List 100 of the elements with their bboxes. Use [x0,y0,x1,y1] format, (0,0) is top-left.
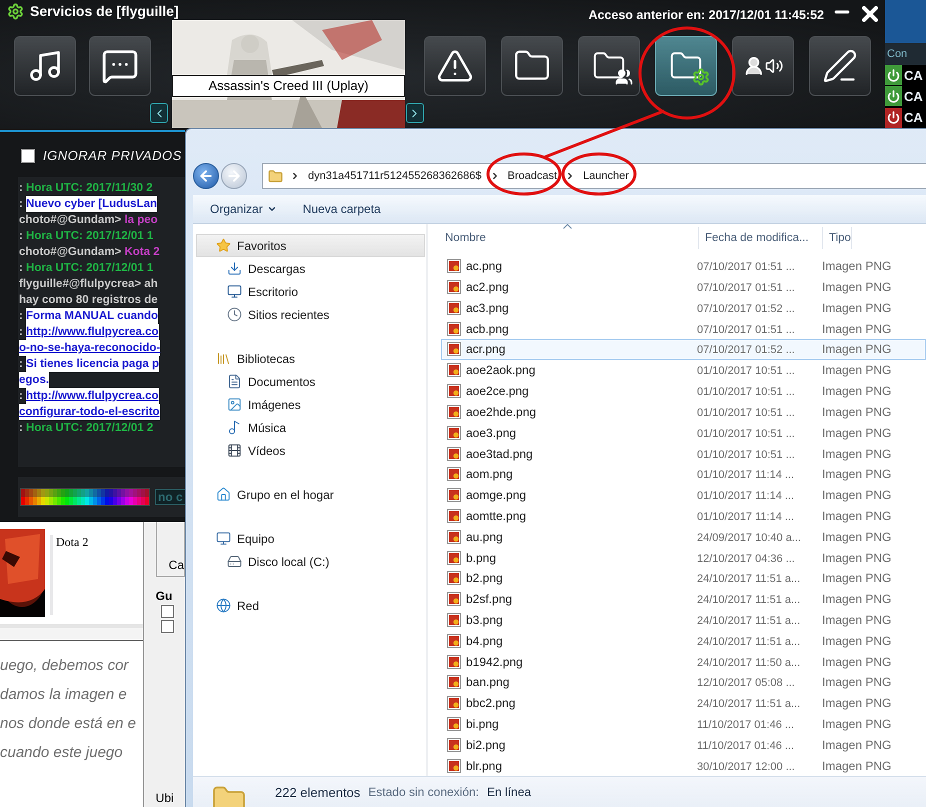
file-row[interactable]: b2.png 24/10/2017 11:51 a... Imagen PNG [441,568,926,589]
modified-date: 07/10/2017 01:51 ... [697,261,795,274]
chat-link[interactable]: http://www.flulpycrea.co [26,388,159,404]
toolbar-button[interactable] [732,36,794,96]
power-button[interactable] [885,65,902,86]
file-row[interactable]: aom.png 01/10/2017 11:14 ... Imagen PNG [441,464,926,485]
nav-item[interactable]: Equipo [196,527,425,550]
game-name[interactable]: Dota 2 [50,535,88,615]
image-file-icon [447,488,461,502]
nav-item[interactable]: Red [196,594,425,617]
toolbar-button[interactable] [424,36,486,96]
previous-button[interactable] [150,103,168,123]
file-row[interactable]: blr.png 30/10/2017 12:00 ... Imagen PNG [441,755,926,776]
file-type: Imagen PNG [822,613,892,627]
back-button[interactable] [193,163,219,189]
image-file-icon [447,426,461,440]
row-label: CA [904,68,923,83]
toolbar-button[interactable] [89,36,151,96]
nav-item[interactable]: Documentos [196,370,425,393]
color-palette[interactable] [20,488,150,506]
file-name: blr.png [466,758,502,773]
column-header[interactable]: Fecha de modifica... [699,227,823,249]
breadcrumb[interactable]: Launcher [582,170,630,182]
file-row[interactable]: aomge.png 01/10/2017 11:14 ... Imagen PNG [441,484,926,506]
modified-date: 07/10/2017 01:52 ... [697,344,795,356]
file-row[interactable]: b4.png 24/10/2017 11:51 a... Imagen PNG [441,630,926,652]
file-row[interactable]: bbc2.png 24/10/2017 11:51 a... Imagen PNG [441,692,926,714]
address-bar[interactable]: dyn31a451711r512455268362686$ Broadcast Launcher [262,163,926,189]
modified-date: 01/10/2017 11:14 ... [697,510,794,523]
chat-link[interactable]: configurar-todo-el-escrito [19,404,160,420]
file-name: b3.png [466,613,503,627]
file-name: aoe2aok.png [466,363,536,378]
toolbar-button[interactable] [809,36,871,96]
modified-date: 11/10/2017 01:46 ... [697,719,794,732]
nav-item[interactable]: Escritorio [196,280,425,303]
file-row[interactable]: acb.png 07/10/2017 01:51 ... Imagen PNG [441,318,926,340]
power-button[interactable] [885,108,902,128]
nav-item[interactable]: Imágenes [196,393,425,416]
file-row[interactable]: aomtte.png 01/10/2017 11:14 ... Imagen PNG [441,506,926,526]
folder-icon [268,168,283,184]
file-row[interactable]: aoe3.png 01/10/2017 10:51 ... Imagen PNG [441,422,926,444]
breadcrumb[interactable]: dyn31a451711r512455268362686$ [307,170,483,182]
button[interactable]: Ca [156,522,185,577]
command-button[interactable]: Nueva carpeta [302,202,381,216]
nav-item[interactable]: Favoritos [196,234,425,257]
chat-message: : Hora UTC: 2017/11/30 2 [19,181,154,196]
chat-link[interactable]: http://www.flulpycrea.co [26,324,159,340]
image-file-icon [447,342,461,356]
image-icon [227,397,242,412]
file-name: aom.png [466,467,513,482]
file-row[interactable]: b1942.png 24/10/2017 11:50 a... Imagen PNG [441,651,926,672]
column-header[interactable]: Nombre [428,227,699,249]
file-row[interactable]: b3.png 24/10/2017 11:51 a... Imagen PNG [441,610,926,630]
file-row[interactable]: aoe2aok.png 01/10/2017 10:51 ... Imagen PNG [441,360,926,381]
file-row[interactable]: aoe2hde.png 01/10/2017 10:51 ... Imagen PNG [441,401,926,422]
file-name: bi.png [466,717,499,732]
home-icon [216,487,231,502]
file-type: Imagen PNG [822,384,892,398]
file-row[interactable]: ban.png 12/10/2017 05:08 ... Imagen PNG [441,672,926,693]
nav-item[interactable]: Disco local (C:) [196,550,425,573]
breadcrumb[interactable]: Broadcast [506,170,558,182]
file-row[interactable]: ac2.png 07/10/2017 01:51 ... Imagen PNG [441,276,926,298]
chat-link[interactable]: o-no-se-haya-reconocido- [19,340,160,356]
toolbar-button[interactable] [501,36,563,96]
toolbar-button[interactable] [14,36,76,96]
toolbar-button[interactable] [655,36,717,96]
file-row[interactable]: ac3.png 07/10/2017 01:52 ... Imagen PNG [441,297,926,318]
nav-item[interactable]: Bibliotecas [196,347,425,370]
nav-item[interactable]: Grupo en el hogar [196,483,425,506]
image-file-icon [447,259,461,274]
checkbox[interactable] [160,620,174,633]
file-row[interactable]: bi.png 11/10/2017 01:46 ... Imagen PNG [441,714,926,734]
chat-message: : Hora UTC: 2017/12/01 1 [19,229,154,244]
image-file-icon [447,613,461,627]
file-row[interactable]: ac.png 07/10/2017 01:51 ... Imagen PNG [441,256,926,277]
file-row[interactable]: b2sf.png 24/10/2017 11:51 a... Imagen PNG [441,588,926,610]
image-file-icon [447,384,461,398]
column-header[interactable]: Tipo [823,227,852,249]
file-row[interactable]: aoe3tad.png 01/10/2017 10:51 ... Imagen PNG [441,443,926,464]
command-button[interactable]: Organizar [210,202,277,216]
image-file-icon [447,467,461,482]
file-type: Imagen PNG [822,592,892,606]
nav-item[interactable]: Vídeos [196,439,425,462]
nav-item[interactable]: Descargas [196,257,425,280]
game-caption: Assassin's Creed III (Uplay) [172,75,405,97]
next-button[interactable] [406,103,424,123]
nav-item[interactable]: Música [196,416,425,439]
checkbox[interactable] [160,605,174,618]
file-row[interactable]: au.png 24/09/2017 10:40 a... Imagen PNG [441,526,926,548]
checkbox[interactable] [21,148,35,162]
power-button[interactable] [885,86,902,106]
file-row[interactable]: aoe2ce.png 01/10/2017 10:51 ... Imagen PNG [441,380,926,402]
file-row[interactable]: acr.png 07/10/2017 01:52 ... Imagen PNG [441,339,926,360]
nav-item[interactable]: Sitios recientes [196,303,425,326]
file-type: Imagen PNG [822,488,892,502]
file-row[interactable]: b.png 12/10/2017 04:36 ... Imagen PNG [441,547,926,568]
file-row[interactable]: bi2.png 11/10/2017 01:46 ... Imagen PNG [441,734,926,756]
file-name: acr.png [466,342,506,356]
file-type: Imagen PNG [822,426,892,440]
image-file-icon [447,404,461,419]
